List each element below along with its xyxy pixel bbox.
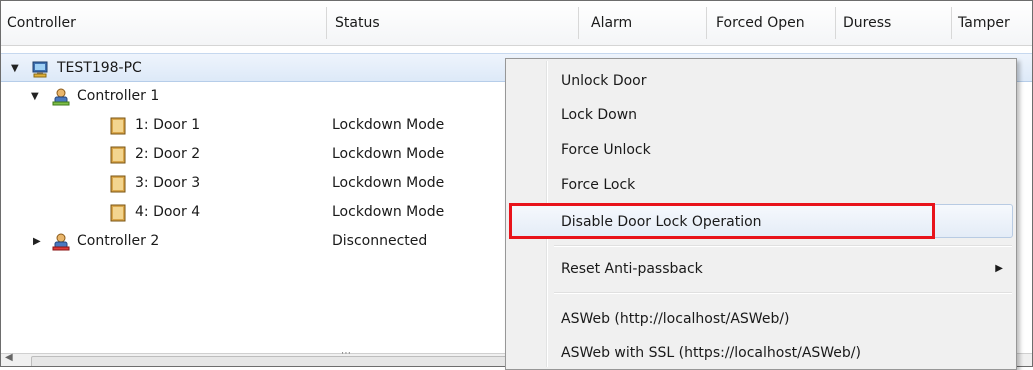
door-icon	[110, 117, 126, 135]
menu-item-force-unlock[interactable]: Force Unlock	[509, 133, 1013, 167]
column-tamper[interactable]: Tamper	[952, 1, 1010, 45]
column-controller[interactable]: Controller	[1, 1, 76, 45]
scrollbar-grip-icon: ⋯	[341, 348, 352, 359]
menu-item-lock-down[interactable]: Lock Down	[509, 98, 1013, 132]
column-divider[interactable]	[835, 7, 836, 39]
menu-item-label: ASWeb (http://localhost/ASWeb/)	[561, 311, 790, 327]
computer-icon	[32, 61, 48, 78]
controller-2-status: Disconnected	[332, 233, 428, 249]
menu-separator	[554, 292, 1012, 294]
menu-item-force-lock[interactable]: Force Lock	[509, 168, 1013, 202]
door-label: 4: Door 4	[135, 204, 201, 220]
highlight-annotation-box	[509, 203, 935, 239]
expand-arrow-icon[interactable]: ▼	[11, 54, 19, 83]
menu-item-unlock-door[interactable]: Unlock Door	[509, 64, 1013, 98]
menu-item-label: Lock Down	[561, 107, 638, 123]
column-duress[interactable]: Duress	[837, 1, 891, 45]
column-divider[interactable]	[578, 7, 579, 39]
menu-item-reset-anti-passback[interactable]: Reset Anti-passback ▶	[509, 252, 1013, 286]
column-divider[interactable]	[326, 7, 327, 39]
menu-item-label: Reset Anti-passback	[561, 261, 703, 277]
door-status: Lockdown Mode	[332, 204, 445, 220]
column-divider[interactable]	[706, 7, 707, 39]
door-icon	[110, 175, 126, 193]
column-status[interactable]: Status	[329, 1, 380, 45]
submenu-arrow-icon: ▶	[995, 263, 1003, 274]
menu-separator	[554, 245, 1012, 247]
door-label: 2: Door 2	[135, 146, 201, 162]
door-status: Lockdown Mode	[332, 175, 445, 191]
column-forced-open[interactable]: Forced Open	[710, 1, 805, 45]
tree-label-controller-2: Controller 2	[77, 233, 160, 249]
door-label: 1: Door 1	[135, 117, 201, 133]
controller-disconnected-icon	[52, 233, 70, 251]
expand-arrow-icon[interactable]: ▼	[31, 82, 39, 111]
controller-icon	[52, 88, 70, 106]
scroll-left-arrow-icon[interactable]: ◀	[5, 352, 13, 363]
door-icon	[110, 146, 126, 164]
tree-label-controller-1: Controller 1	[77, 88, 160, 104]
collapse-arrow-icon[interactable]: ▶	[33, 227, 41, 256]
menu-item-label: Force Unlock	[561, 142, 651, 158]
menu-item-asweb-ssl[interactable]: ASWeb with SSL (https://localhost/ASWeb/…	[509, 336, 1013, 370]
door-icon	[110, 204, 126, 222]
column-alarm[interactable]: Alarm	[585, 1, 632, 45]
menu-item-label: Force Lock	[561, 177, 636, 193]
column-header: Controller Status Alarm Forced Open Dure…	[1, 1, 1032, 46]
door-label: 3: Door 3	[135, 175, 201, 191]
door-status: Lockdown Mode	[332, 146, 445, 162]
door-status: Lockdown Mode	[332, 117, 445, 133]
menu-item-asweb[interactable]: ASWeb (http://localhost/ASWeb/)	[509, 302, 1013, 336]
tree-label-root: TEST198-PC	[57, 60, 142, 76]
menu-item-label: Unlock Door	[561, 73, 647, 89]
menu-item-label: ASWeb with SSL (https://localhost/ASWeb/…	[561, 345, 861, 361]
